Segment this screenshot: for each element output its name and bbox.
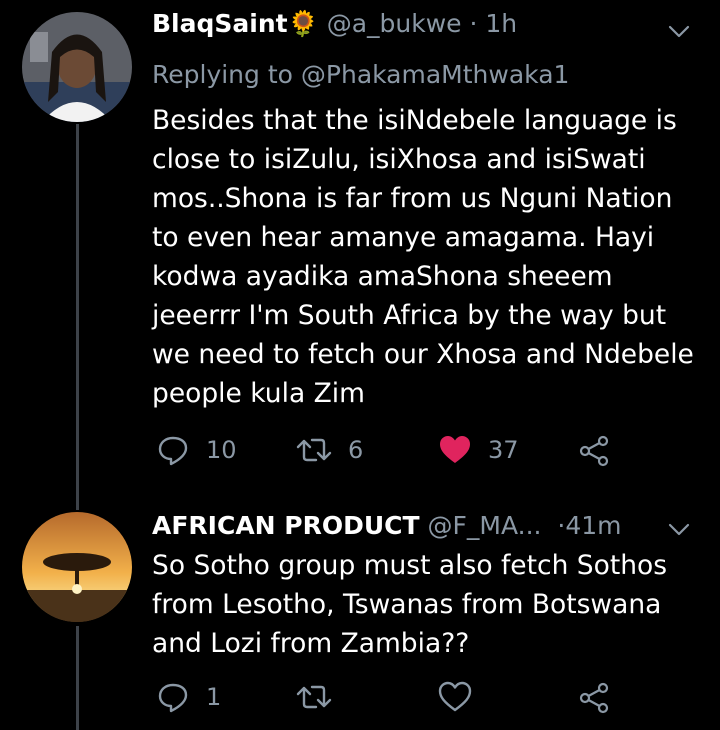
avatar[interactable] — [22, 12, 132, 122]
avatar[interactable] — [22, 512, 132, 622]
thread-line-top — [76, 490, 79, 510]
reply-count: 1 — [206, 683, 222, 711]
author-name[interactable]: BlaqSaint — [152, 9, 288, 38]
author-handle[interactable]: @F_MA... — [428, 511, 542, 540]
thread-line — [76, 124, 79, 490]
replying-to-handle[interactable]: @PhakamaMthwaka1 — [301, 60, 570, 89]
like-count: 37 — [488, 436, 519, 464]
timestamp[interactable]: 1h — [485, 9, 517, 38]
like-button[interactable]: 37 — [438, 430, 519, 470]
author-handle[interactable]: @a_bukwe — [327, 9, 462, 38]
share-icon — [578, 680, 612, 714]
timestamp[interactable]: 41m — [565, 511, 621, 540]
like-button[interactable] — [438, 677, 472, 717]
author-name[interactable]: AFRICAN PRODUCT — [152, 511, 420, 540]
reply-button[interactable]: 1 — [156, 677, 221, 717]
replying-to: Replying to @PhakamaMthwaka1 — [152, 56, 569, 94]
tweet-header: BlaqSaint🌻 @a_bukwe · 1h — [152, 4, 517, 44]
retweet-icon — [296, 680, 332, 714]
separator: · — [469, 9, 478, 38]
heart-icon — [438, 680, 472, 714]
thread-line-bottom — [76, 626, 79, 730]
retweet-button[interactable] — [296, 677, 332, 717]
tweet-actions: 10 6 37 — [152, 430, 672, 470]
retweet-count: 6 — [348, 436, 364, 464]
share-button[interactable] — [578, 677, 612, 717]
reply-count: 10 — [206, 436, 237, 464]
tweet-header: AFRICAN PRODUCT @F_MA... ·41m — [152, 506, 622, 546]
tweet-text: So Sotho group must also fetch Sothos fr… — [152, 550, 668, 659]
tweet-text: Besides that the isiNdebele language is … — [152, 105, 694, 409]
tweet-1[interactable]: BlaqSaint🌻 @a_bukwe · 1h Replying to @Ph… — [0, 0, 720, 490]
reply-icon — [156, 680, 190, 714]
tweet-actions: 1 — [152, 677, 672, 717]
chevron-down-icon[interactable] — [664, 514, 694, 544]
share-button[interactable] — [578, 430, 612, 470]
sunflower-emoji: 🌻 — [287, 9, 319, 38]
reply-icon — [156, 433, 190, 467]
retweet-icon — [296, 433, 332, 467]
reply-button[interactable]: 10 — [156, 430, 237, 470]
retweet-button[interactable]: 6 — [296, 430, 363, 470]
tweet-2[interactable]: AFRICAN PRODUCT @F_MA... ·41m So Sotho g… — [0, 490, 720, 730]
chevron-down-icon[interactable] — [664, 16, 694, 46]
heart-icon — [438, 433, 472, 467]
share-icon — [578, 433, 612, 467]
replying-to-label: Replying to — [152, 60, 293, 89]
